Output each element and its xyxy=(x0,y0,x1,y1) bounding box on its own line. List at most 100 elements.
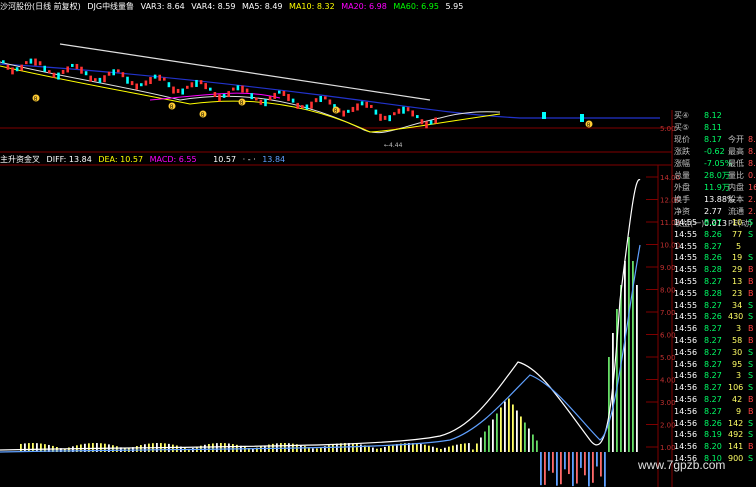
candle xyxy=(434,117,437,124)
candle xyxy=(48,70,51,74)
macd-bar xyxy=(440,448,442,452)
trade-price: 8.27 xyxy=(704,406,722,416)
trade-price: 8.27 xyxy=(704,359,722,369)
var4-value: VAR4: 8.59 xyxy=(191,2,236,11)
macd-bar xyxy=(36,443,38,452)
quote-label: 总量 xyxy=(674,171,690,180)
chart-canvas[interactable]: BBBBBB←4.445.0014.0012.0011.0010.009.008… xyxy=(0,0,756,487)
quote-label: 流通 xyxy=(728,207,744,216)
macd-bar xyxy=(352,443,354,452)
trade-price: 8.26 xyxy=(704,229,722,239)
macd-bar xyxy=(436,447,438,452)
trade-row: 14:56 8.27 58 B xyxy=(674,336,756,346)
quote-row: 总量 28.0万 量比 0. xyxy=(674,170,756,182)
quote-value: 8. xyxy=(748,147,756,156)
trade-row: 14:56 8.27 3 B xyxy=(674,324,756,334)
quote-label: 买④ xyxy=(674,111,690,120)
trade-direction: S xyxy=(748,383,754,393)
trade-row: 14:55 8.26 19 S xyxy=(674,253,756,263)
candle xyxy=(542,112,546,119)
macd-bar xyxy=(456,444,458,452)
candle xyxy=(411,110,414,117)
macd-bar xyxy=(368,446,370,452)
diff-value: DIFF: 13.84 xyxy=(46,155,92,164)
macd-bar xyxy=(492,419,494,452)
macd-bar xyxy=(224,443,226,452)
quote-value: 2.02 xyxy=(748,195,756,204)
candle xyxy=(324,96,327,100)
macd-bar xyxy=(504,401,506,452)
macd-bar xyxy=(592,452,594,483)
candle xyxy=(296,102,299,109)
trade-direction: B xyxy=(748,265,754,275)
macd-bar xyxy=(372,447,374,452)
macd-bar xyxy=(360,444,362,452)
candle xyxy=(416,115,419,119)
ma5-value: MA5: 8.49 xyxy=(241,2,283,11)
macd-bar xyxy=(536,440,538,452)
trade-time: 14:56 xyxy=(674,406,698,416)
candle xyxy=(103,75,106,83)
trade-price: 8.26 xyxy=(704,418,722,428)
quote-value: 2.02 xyxy=(748,207,756,216)
candle xyxy=(112,69,115,76)
trade-row: 14:55 8.26 77 S xyxy=(674,230,756,240)
buy-marker-label: B xyxy=(34,97,38,103)
trade-time: 14:55 xyxy=(674,277,698,286)
trade-direction: S xyxy=(748,430,754,440)
quote-value: 2.77 xyxy=(704,207,722,216)
candle xyxy=(190,82,194,88)
trade-volume: 19 xyxy=(732,253,743,263)
macd-bar xyxy=(580,452,582,468)
trade-row: 14:56 8.27 9 B xyxy=(674,407,756,417)
candle xyxy=(130,81,134,86)
dea-value: DEA: 10.57 xyxy=(98,155,144,164)
candle xyxy=(379,113,382,121)
macd-bar xyxy=(588,452,590,487)
candle xyxy=(80,66,83,74)
candle xyxy=(241,85,244,93)
trade-price: 8.27 xyxy=(704,383,722,393)
trade-volume: 3 xyxy=(736,371,742,381)
trade-volume: 142 xyxy=(728,418,744,428)
macd-bar xyxy=(384,446,386,452)
candle xyxy=(29,58,33,64)
trade-direction: S xyxy=(748,229,754,239)
ma-blue-line xyxy=(0,63,660,119)
buy-marker-label: B xyxy=(587,123,591,129)
macd-bar xyxy=(512,404,514,452)
candle xyxy=(153,74,157,79)
quote-value: 11.9万 xyxy=(704,183,730,192)
trade-direction: S xyxy=(748,454,754,463)
trade-price: 8.28 xyxy=(704,288,722,298)
candle xyxy=(580,114,584,122)
trade-volume: 23 xyxy=(732,288,743,298)
candle xyxy=(6,64,10,70)
trade-row: 14:55 8.27 13 B xyxy=(674,277,756,287)
candle xyxy=(163,77,166,81)
ma10-value: MA10: 8.32 xyxy=(289,2,335,11)
trade-time: 14:55 xyxy=(674,241,698,251)
buy-marker-label: B xyxy=(170,105,174,111)
candle xyxy=(273,92,276,99)
buy-marker-label: B xyxy=(201,113,205,119)
candle xyxy=(236,85,240,91)
macd-bar xyxy=(564,452,566,470)
macd-bar xyxy=(444,447,446,452)
macd-bar xyxy=(480,437,482,452)
macd-bar xyxy=(500,407,502,452)
candle xyxy=(199,80,203,85)
macd-bar xyxy=(24,443,26,452)
trade-row: 14:55 8.28 23 B xyxy=(674,289,756,299)
candle xyxy=(397,108,401,114)
price-indicator-header: 沙河股份(日线 前复权) DJG中线量鲁 VAR3: 8.64 VAR4: 8.… xyxy=(0,0,756,14)
trade-volume: 106 xyxy=(728,383,744,393)
candle xyxy=(250,93,253,100)
quote-label: 涨幅 xyxy=(674,159,690,168)
quote-row: 买④ 8.12 xyxy=(674,110,756,122)
buy-marker-label: B xyxy=(240,101,244,107)
candle xyxy=(264,99,267,107)
macd-bar xyxy=(220,443,222,452)
trade-time: 14:55 xyxy=(674,265,698,275)
macd-bar xyxy=(244,446,246,452)
